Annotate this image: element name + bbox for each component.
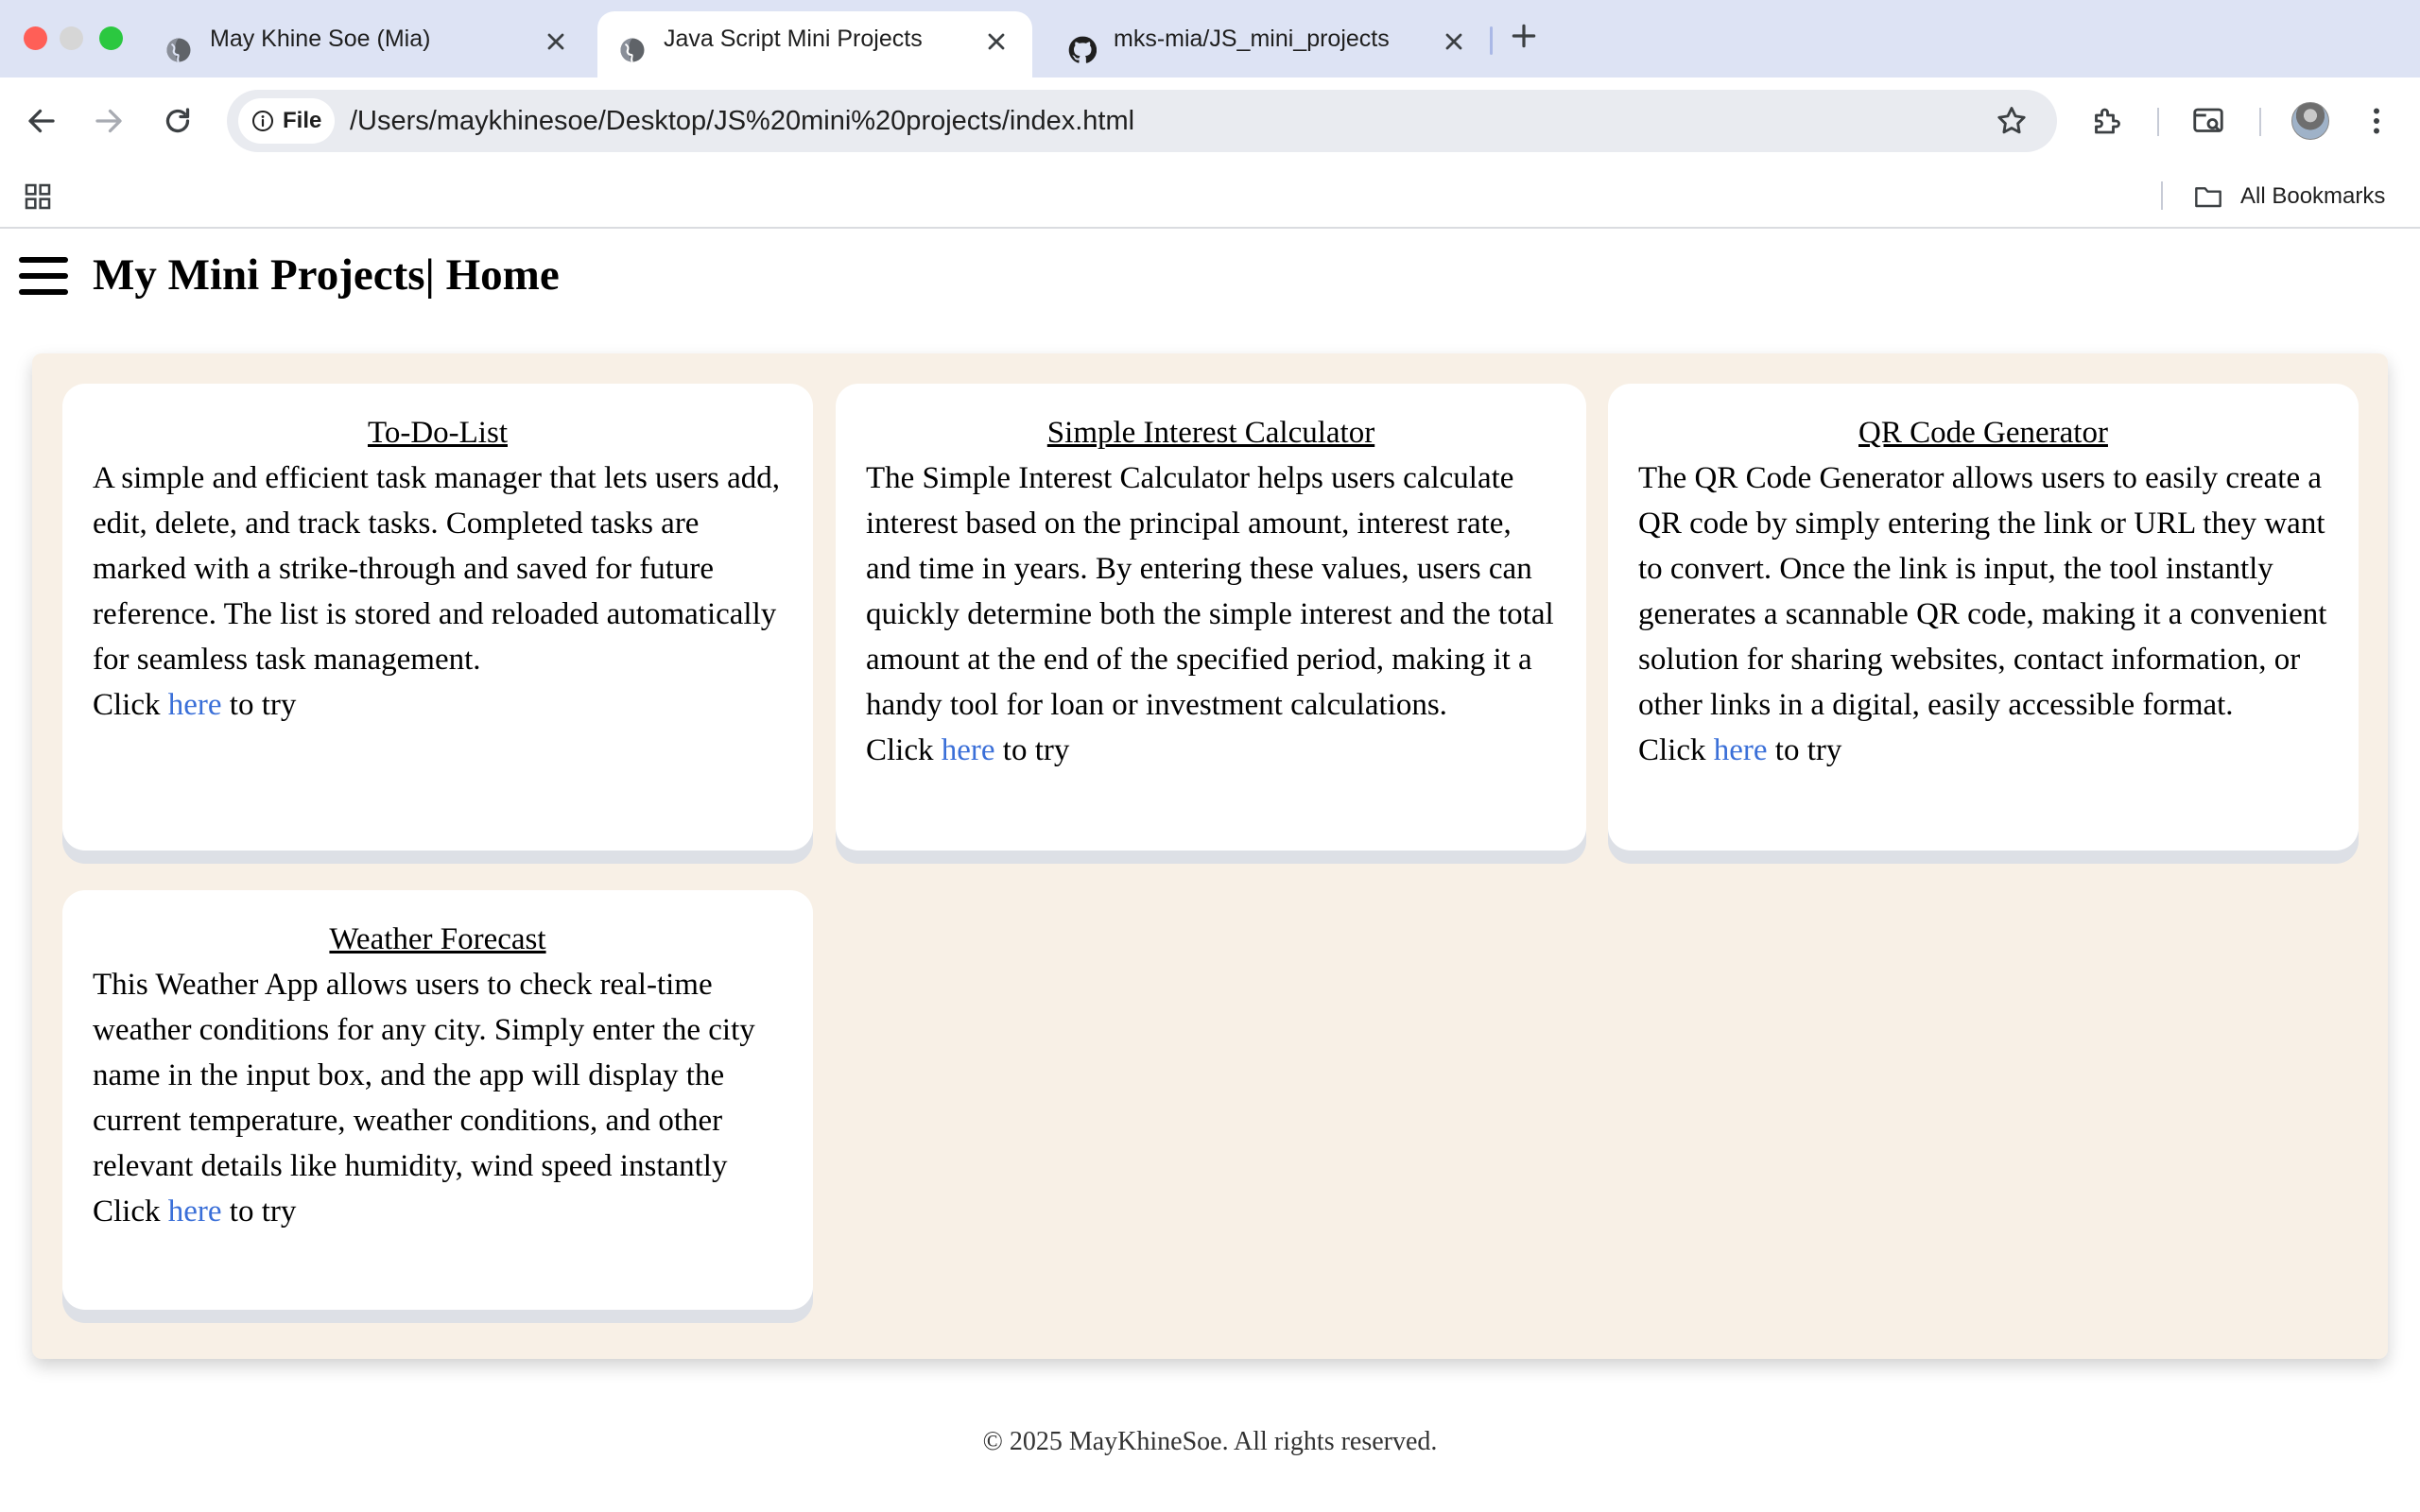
window-maximize-button[interactable] <box>99 26 123 50</box>
tab-search-icon[interactable] <box>2191 104 2225 138</box>
window-minimize-button[interactable] <box>60 26 83 50</box>
close-icon[interactable] <box>983 28 1010 55</box>
window-close-button[interactable] <box>24 26 47 50</box>
card-title: QR Code Generator <box>1858 416 2108 450</box>
card-cta: Click here to try <box>1638 728 2328 773</box>
new-tab-icon[interactable] <box>1509 21 1539 51</box>
tab-separator <box>1490 26 1493 55</box>
tab-java-script-mini-projects[interactable]: Java Script Mini Projects <box>597 11 1032 77</box>
tab-may-khine-soe[interactable]: May Khine Soe (Mia) <box>144 11 596 77</box>
apps-grid-icon[interactable] <box>23 181 53 212</box>
site-info-chip[interactable]: File <box>238 98 335 144</box>
hamburger-menu-icon[interactable] <box>19 257 68 295</box>
bookmark-star-icon[interactable] <box>1995 104 2029 138</box>
tab-github-repo[interactable]: mks-mia/JS_mini_projects <box>1047 11 1482 77</box>
folder-icon <box>2195 187 2221 208</box>
globe-icon <box>166 38 191 63</box>
cta-prefix: Click <box>866 733 942 767</box>
card-cta: Click here to try <box>93 682 783 728</box>
project-card-todo: To-Do-List A simple and efficient task m… <box>62 384 813 850</box>
cta-suffix: to try <box>221 1194 297 1228</box>
cta-prefix: Click <box>1638 733 1714 767</box>
reload-icon[interactable] <box>161 104 195 138</box>
extensions-icon[interactable] <box>2089 104 2123 138</box>
cta-suffix: to try <box>221 688 297 722</box>
card-description: The QR Code Generator allows users to ea… <box>1638 461 2327 722</box>
try-link[interactable]: here <box>168 688 222 722</box>
card-description: The Simple Interest Calculator helps use… <box>866 461 1554 722</box>
bookmarks-divider <box>2161 181 2163 210</box>
card-title: Weather Forecast <box>329 922 546 956</box>
web-page: My Mini Projects| Home To-Do-List A simp… <box>0 231 2420 1512</box>
toolbar-divider <box>2157 108 2159 136</box>
try-link[interactable]: here <box>168 1194 222 1228</box>
tab-strip: May Khine Soe (Mia) Java Script Mini Pro… <box>0 0 2420 77</box>
try-link[interactable]: here <box>1714 733 1768 767</box>
project-card-qr-generator: QR Code Generator The QR Code Generator … <box>1608 384 2359 850</box>
project-card-weather: Weather Forecast This Weather App allows… <box>62 890 813 1310</box>
tab-title: May Khine Soe (Mia) <box>210 26 431 52</box>
card-cta: Click here to try <box>93 1189 783 1234</box>
all-bookmarks-button[interactable]: All Bookmarks <box>2240 164 2385 229</box>
card-title: Simple Interest Calculator <box>1046 416 1375 450</box>
url-text[interactable]: /Users/maykhinesoe/Desktop/JS%20mini%20p… <box>350 90 1134 152</box>
card-description: This Weather App allows users to check r… <box>93 968 755 1183</box>
page-title: My Mini Projects| Home <box>93 250 560 300</box>
cta-suffix: to try <box>994 733 1070 767</box>
bookmarks-bar: All Bookmarks <box>0 164 2420 229</box>
footer-copyright: © 2025 MayKhineSoe. All rights reserved. <box>982 1427 1438 1456</box>
close-icon[interactable] <box>1441 28 1467 55</box>
card-cta: Click here to try <box>866 728 1556 773</box>
close-icon[interactable] <box>543 28 569 55</box>
tab-title: mks-mia/JS_mini_projects <box>1114 26 1390 52</box>
card-description: A simple and efficient task manager that… <box>93 461 781 677</box>
address-bar[interactable]: File /Users/maykhinesoe/Desktop/JS%20min… <box>227 90 2057 152</box>
project-card-interest-calculator: Simple Interest Calculator The Simple In… <box>836 384 1586 850</box>
info-icon <box>252 111 273 131</box>
cta-suffix: to try <box>1767 733 1842 767</box>
card-title: To-Do-List <box>367 416 508 450</box>
projects-container: To-Do-List A simple and efficient task m… <box>32 353 2388 1359</box>
cta-prefix: Click <box>93 688 168 722</box>
toolbar-divider <box>2259 108 2261 136</box>
more-menu-icon[interactable] <box>2360 104 2394 138</box>
tab-title: Java Script Mini Projects <box>664 26 923 52</box>
back-arrow-icon[interactable] <box>25 104 59 138</box>
forward-arrow-icon <box>95 109 122 133</box>
try-link[interactable]: here <box>942 733 995 767</box>
site-info-label: File <box>283 108 322 133</box>
globe-icon <box>620 38 645 63</box>
profile-avatar[interactable] <box>2291 102 2329 140</box>
github-icon <box>1068 36 1097 63</box>
browser-toolbar: File /Users/maykhinesoe/Desktop/JS%20min… <box>0 77 2420 164</box>
cta-prefix: Click <box>93 1194 168 1228</box>
